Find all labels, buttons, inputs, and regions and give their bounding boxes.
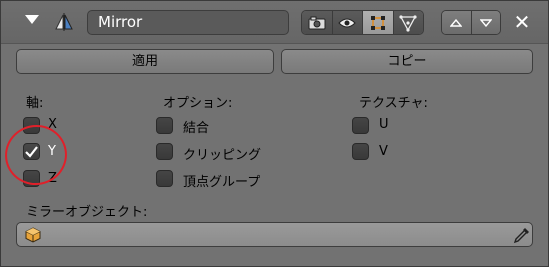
camera-icon [308, 16, 326, 29]
merge-checkbox[interactable] [156, 117, 173, 134]
eye-icon [338, 18, 356, 27]
merge-label: 結合 [183, 121, 210, 136]
modifier-move-buttons [441, 10, 501, 35]
cage-toggle-button[interactable] [393, 11, 423, 34]
texture-v-checkbox[interactable] [352, 143, 369, 160]
triangle-up-icon [450, 18, 463, 27]
clipping-checkbox[interactable] [156, 143, 173, 160]
eyedropper-icon[interactable] [513, 226, 531, 244]
texture-u-label: U [379, 117, 389, 132]
mirror-object-label: ミラーオブジェクト: [26, 205, 148, 220]
triangle-cage-icon [399, 14, 417, 32]
collapse-triangle-icon[interactable] [25, 15, 39, 24]
texture-u-checkbox[interactable] [352, 117, 369, 134]
modifier-visibility-toggles [301, 10, 424, 35]
move-down-button[interactable] [471, 11, 500, 34]
clipping-label: クリッピング [183, 148, 262, 163]
editmode-toggle-button[interactable] [363, 11, 394, 34]
close-icon: ✕ [513, 10, 531, 34]
mirror-modifier-icon [55, 13, 73, 31]
modifier-name-field[interactable]: Mirror [87, 10, 289, 35]
edit-vertex-icon [370, 15, 385, 30]
move-up-button[interactable] [442, 11, 472, 34]
vertex-groups-checkbox[interactable] [156, 170, 173, 187]
texture-heading: テクスチャ: [359, 96, 428, 111]
vertex-groups-label: 頂点グループ [183, 175, 261, 190]
render-toggle-button[interactable] [302, 11, 333, 34]
viewport-toggle-button[interactable] [332, 11, 363, 34]
cube-object-icon [25, 227, 41, 243]
annotation-circle [0, 119, 73, 191]
apply-button[interactable]: 適用 [16, 49, 274, 74]
triangle-down-icon [479, 18, 492, 27]
mirror-object-field[interactable] [16, 222, 533, 247]
modifier-header: Mirror ✕ [1, 1, 548, 44]
options-heading: オプション: [163, 96, 233, 111]
texture-v-label: V [379, 144, 388, 159]
remove-modifier-button[interactable]: ✕ [509, 9, 535, 35]
copy-button[interactable]: コピー [281, 49, 533, 74]
mirror-modifier-panel: Mirror ✕ 適用 コピー 軸: オプション: テクスチャ: X Y Z 結… [0, 0, 549, 267]
axis-heading: 軸: [26, 96, 44, 111]
